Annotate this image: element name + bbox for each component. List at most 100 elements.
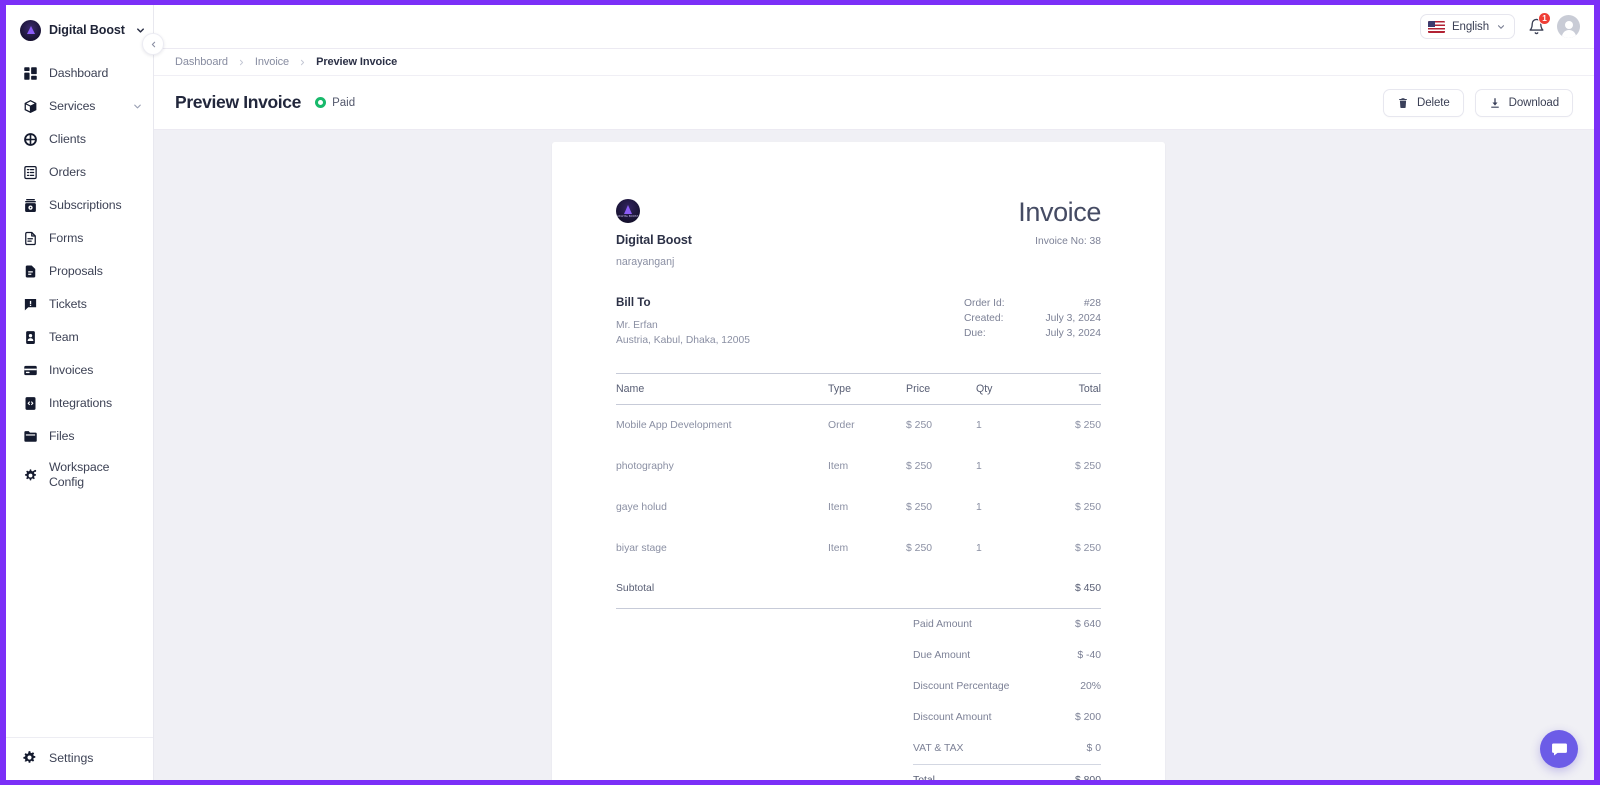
folder-icon [22,429,38,445]
sidebar-item-label: Tickets [49,297,87,311]
chevron-down-icon[interactable] [132,101,143,112]
cell-price: $ 250 [906,420,933,432]
table-head: Name Type Price Qty Total [616,373,1101,406]
bill-to-address: Austria, Kabul, Dhaka, 12005 [616,335,750,347]
chevron-down-icon[interactable] [135,25,146,36]
summary-value: 20% [1080,681,1101,693]
sidebar-item-proposals[interactable]: Proposals [6,255,153,288]
sidebar-item-team[interactable]: Team [6,321,153,354]
sidebar-item-services[interactable]: Services [6,90,153,123]
sidebar-item-invoices[interactable]: Invoices [6,354,153,387]
cell-qty: 1 [976,420,982,432]
summary-label: VAT & TAX [913,743,964,755]
cell-type: Item [828,502,849,514]
gear-icon [22,750,38,766]
workspace-switcher[interactable]: Digital Boost [6,5,153,53]
language-label: English [1451,20,1489,33]
sidebar-item-label: Forms [49,231,84,245]
sidebar-item-workspace-config[interactable]: Workspace Config [6,453,153,497]
box-icon [22,99,38,115]
ticket-chat-icon [22,297,38,313]
summary-row-discount-percentage: Discount Percentage 20% [913,671,1101,702]
sidebar-item-clients[interactable]: Clients [6,123,153,156]
invoice-company-name: Digital Boost [616,233,692,247]
subtotal-spacer [906,569,976,610]
bill-to-block: Bill To Mr. Erfan Austria, Kabul, Dhaka,… [616,296,750,348]
summary-value: $ 0 [1086,743,1101,755]
invoice-heading-block: Invoice Invoice No: 38 [1018,197,1101,248]
page-actions: Delete Download [1383,88,1573,117]
sidebar-item-label: Clients [49,132,86,146]
meta-value: July 3, 2024 [1045,313,1101,325]
status-label: Paid [332,96,356,109]
sidebar-item-label: Settings [49,751,94,765]
subtotal-spacer [828,569,906,610]
bill-to-heading: Bill To [616,296,651,309]
meta-row: Created: July 3, 2024 [964,311,1101,326]
download-label: Download [1508,96,1559,109]
brand-name: Digital Boost [49,23,125,37]
sidebar-item-label: Subscriptions [49,198,122,212]
chevron-right-icon [237,58,246,67]
sidebar-collapse-button[interactable] [142,33,164,55]
cell-qty: 1 [976,461,982,473]
language-selector[interactable]: English [1419,14,1515,39]
download-icon [1489,97,1501,109]
sidebar-item-dashboard[interactable]: Dashboard [6,57,153,90]
notification-badge: 1 [1538,11,1551,25]
avatar[interactable] [1557,15,1580,38]
cell-price: $ 250 [906,502,933,514]
orders-list-icon [22,165,38,181]
invoice-logo-icon: DIGITAL BOOST [616,199,640,223]
gear-settings-icon [22,467,38,483]
invoice-company-address: narayanganj [616,256,675,268]
chat-bubble-icon [1551,742,1567,755]
sidebar-item-integrations[interactable]: Integrations [6,387,153,420]
page-header: Preview Invoice Paid Delete Download [154,76,1594,130]
sidebar: Digital Boost Dashboard Services Clients… [6,5,164,780]
cell-total: $ 250 [1074,502,1101,514]
subtotal-value: $ 450 [1046,569,1101,610]
meta-value: July 3, 2024 [1045,328,1101,340]
summary-label: Discount Percentage [913,681,1010,693]
sidebar-item-label: Files [49,429,75,443]
breadcrumb-item-invoice[interactable]: Invoice [255,56,289,68]
sidebar-item-label: Proposals [49,264,103,278]
cell-qty: 1 [976,543,982,555]
bill-to-name: Mr. Erfan [616,320,658,331]
breadcrumb-item-preview-invoice: Preview Invoice [316,56,398,68]
sidebar-item-settings[interactable]: Settings [6,737,153,780]
notifications-button[interactable]: 1 [1526,11,1551,37]
column-header-name: Name [616,373,828,406]
table-row: photography Item $ 250 1 $ 250 [616,446,1101,487]
cell-name: gaye holud [616,502,667,514]
sidebar-item-forms[interactable]: Forms [6,222,153,255]
summary-row-paid-amount: Paid Amount $ 640 [913,609,1101,640]
summary-label: Discount Amount [913,712,992,724]
chat-widget-button[interactable] [1540,730,1578,768]
column-header-total: Total [1046,373,1101,406]
us-flag-icon [1427,20,1445,33]
invoice-company-block: DIGITAL BOOST Digital Boost narayanganj [616,199,692,268]
meta-row: Order Id: #28 [964,296,1101,311]
delete-button[interactable]: Delete [1383,88,1464,117]
breadcrumb-item-dashboard[interactable]: Dashboard [175,56,228,68]
delete-label: Delete [1417,96,1450,109]
cell-name: biyar stage [616,543,667,555]
cell-total: $ 250 [1074,420,1101,432]
table-header-row: Name Type Price Qty Total [616,373,1101,406]
breadcrumb: Dashboard Invoice Preview Invoice [154,49,1594,76]
sidebar-item-tickets[interactable]: Tickets [6,288,153,321]
cell-total: $ 250 [1074,461,1101,473]
sidebar-item-label: Dashboard [49,66,109,80]
sidebar-item-files[interactable]: Files [6,420,153,453]
sidebar-item-label: Integrations [49,396,113,410]
sidebar-item-orders[interactable]: Orders [6,156,153,189]
sidebar-item-subscriptions[interactable]: Subscriptions [6,189,153,222]
invoice-heading: Invoice [1018,197,1101,227]
sidebar-item-label: Invoices [49,363,94,377]
download-button[interactable]: Download [1474,88,1573,117]
meta-row: Due: July 3, 2024 [964,326,1101,341]
column-header-qty: Qty [976,373,1046,406]
summary-value: $ 200 [1074,712,1101,724]
